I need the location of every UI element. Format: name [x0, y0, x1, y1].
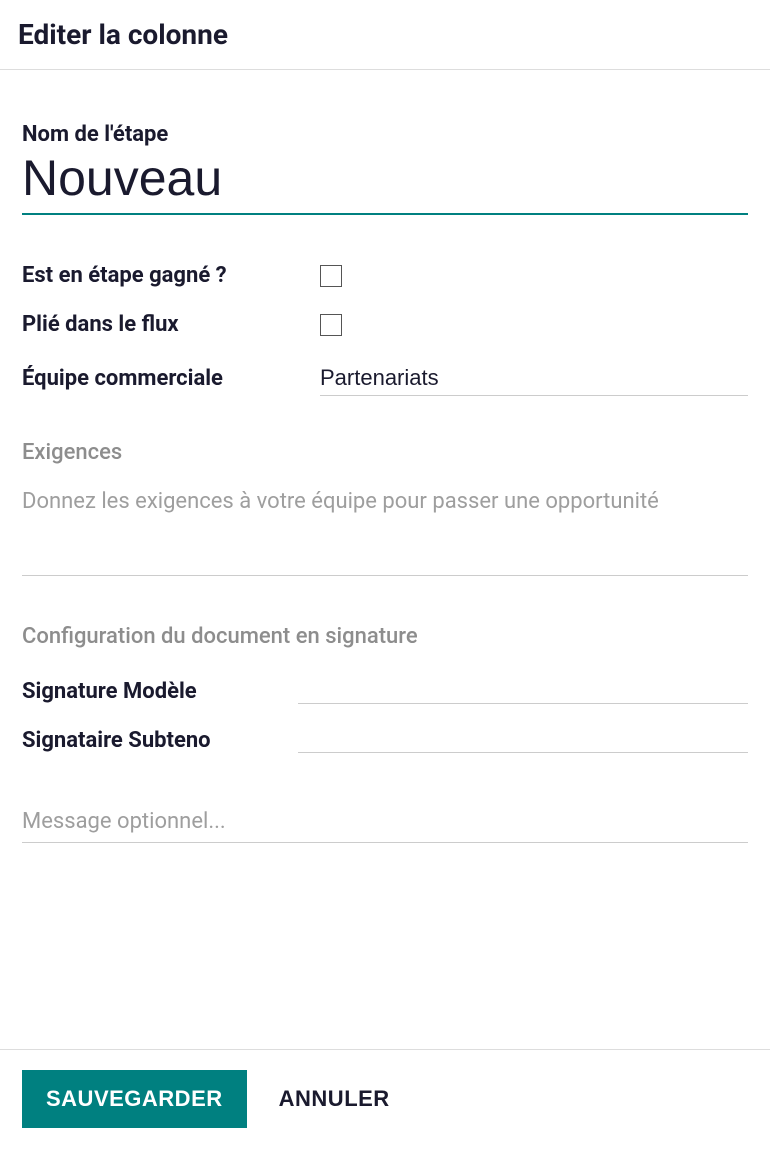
stage-name-input[interactable]	[22, 149, 748, 215]
stage-name-label: Nom de l'étape	[22, 122, 748, 147]
dialog-header: Editer la colonne	[0, 0, 770, 70]
save-button[interactable]: SAUVEGARDER	[22, 1070, 247, 1128]
signature-model-label: Signature Modèle	[22, 679, 298, 704]
cancel-button[interactable]: ANNULER	[271, 1070, 398, 1128]
dialog-footer: SAUVEGARDER ANNULER	[0, 1049, 770, 1156]
folded-row: Plié dans le flux	[22, 312, 748, 337]
requirements-title: Exigences	[22, 440, 748, 465]
folded-checkbox[interactable]	[320, 314, 342, 336]
signature-config-title: Configuration du document en signature	[22, 624, 748, 649]
folded-label: Plié dans le flux	[22, 312, 320, 337]
stage-name-group: Nom de l'étape	[22, 122, 748, 215]
signature-rows: Signature Modèle Signataire Subteno	[22, 669, 748, 753]
requirements-input[interactable]	[22, 485, 748, 576]
team-label: Équipe commerciale	[22, 366, 320, 391]
signature-model-input[interactable]	[298, 669, 748, 704]
is-won-checkbox[interactable]	[320, 265, 342, 287]
edit-column-dialog: Editer la colonne Nom de l'étape Est en …	[0, 0, 770, 1156]
signature-model-row: Signature Modèle	[22, 669, 748, 704]
optional-message-input[interactable]	[22, 805, 748, 843]
is-won-row: Est en étape gagné ?	[22, 263, 748, 288]
form-rows: Est en étape gagné ? Plié dans le flux É…	[22, 263, 748, 396]
is-won-label: Est en étape gagné ?	[22, 263, 320, 288]
team-row: Équipe commerciale	[22, 361, 748, 396]
signature-signatory-input[interactable]	[298, 718, 748, 753]
dialog-body: Nom de l'étape Est en étape gagné ? Plié…	[0, 70, 770, 1049]
signature-signatory-row: Signataire Subteno	[22, 718, 748, 753]
dialog-title: Editer la colonne	[18, 18, 752, 51]
team-input[interactable]	[320, 361, 748, 396]
signature-signatory-label: Signataire Subteno	[22, 728, 298, 753]
